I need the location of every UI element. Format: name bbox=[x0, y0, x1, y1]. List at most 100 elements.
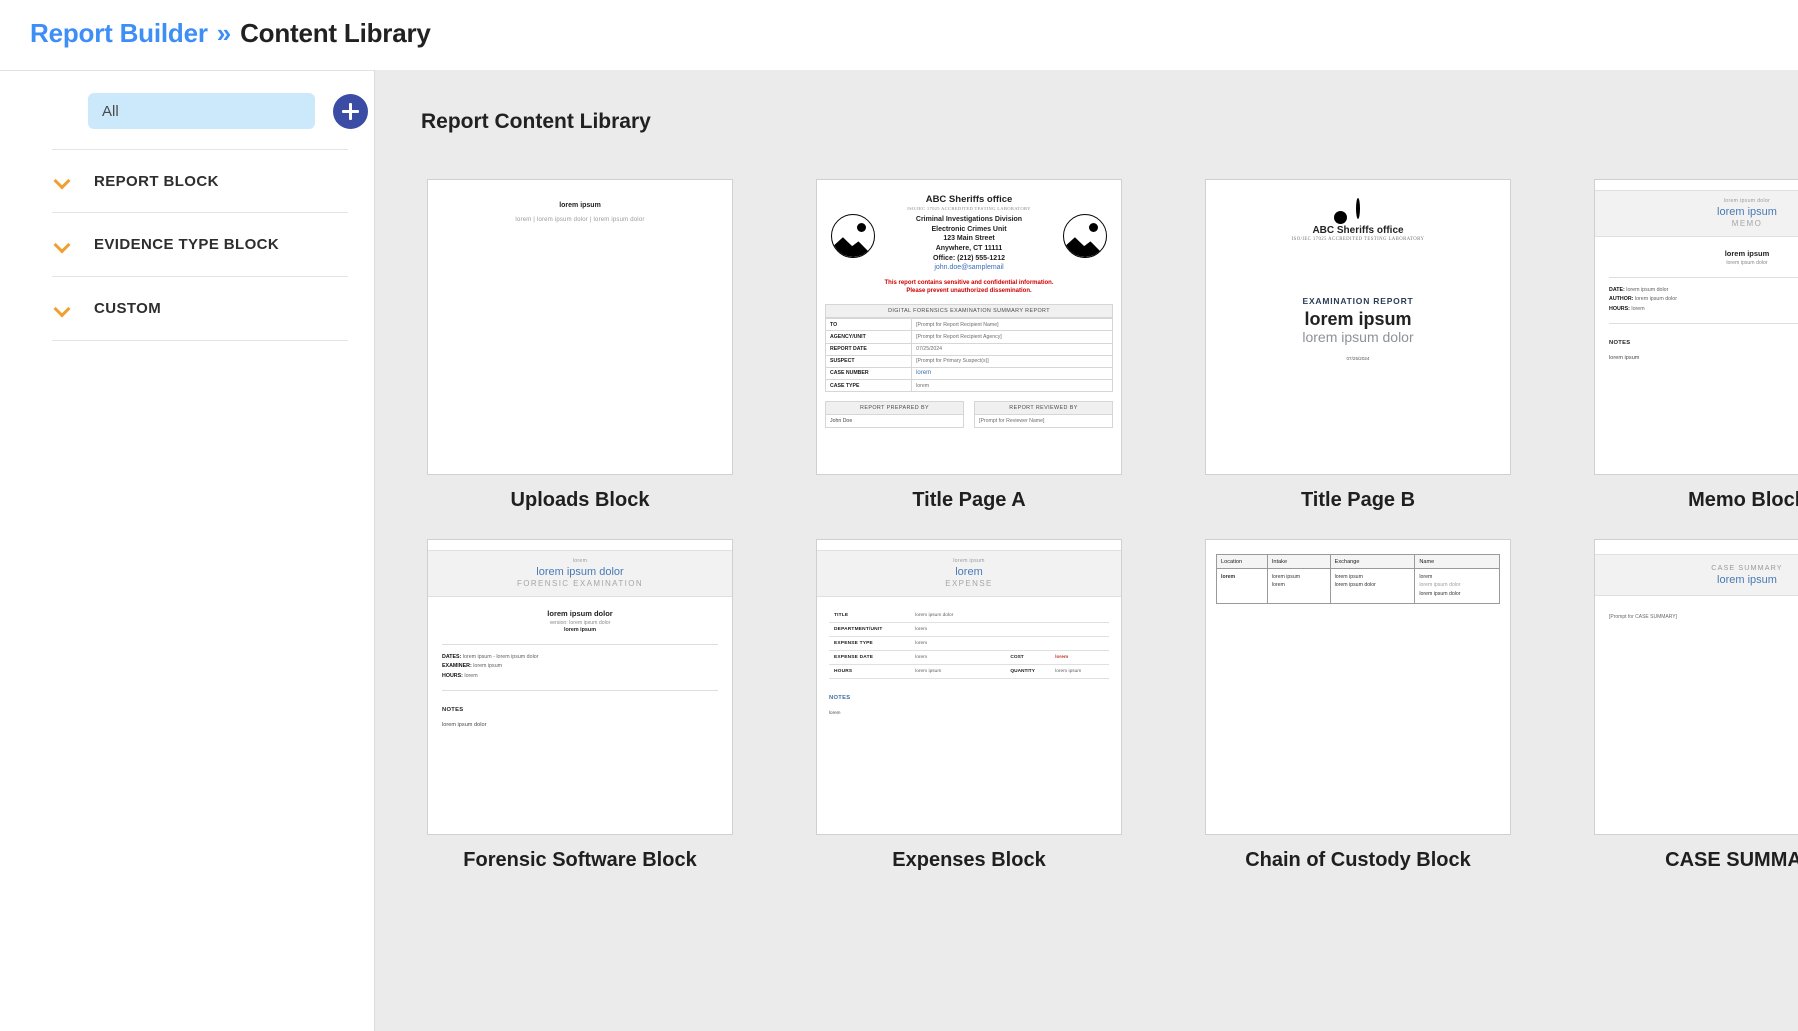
doc-title: lorem ipsum bbox=[559, 202, 601, 209]
doc-body-prompt: [Prompt for CASE SUMMARY] bbox=[1609, 614, 1677, 620]
card-thumbnail[interactable]: lorem lorem ipsum dolor FORENSIC EXAMINA… bbox=[427, 539, 733, 835]
row-key: AGENCY/UNIT bbox=[824, 330, 913, 344]
meta-value: lorem bbox=[1631, 305, 1645, 312]
doc-report-kind: EXAMINATION REPORT bbox=[1302, 296, 1414, 306]
table-row: HOURS lorem ipsum QUANTITY lorem ipsum bbox=[829, 664, 1109, 679]
app-header: Report Builder » Content Library bbox=[0, 0, 1798, 70]
doc-band-kind: EXPENSE bbox=[945, 579, 993, 588]
doc-band-kind: FORENSIC EXAMINATION bbox=[516, 579, 644, 588]
breadcrumb: Report Builder » Content Library bbox=[30, 18, 1798, 49]
cell-text: lorem bbox=[1419, 573, 1433, 580]
card-case-summary[interactable]: CASE SUMMARY lorem ipsum [Prompt for CAS… bbox=[1594, 539, 1798, 872]
row-value: lorem bbox=[910, 622, 1109, 637]
doc-band-pre: lorem ipsum bbox=[953, 558, 985, 564]
page-title: Report Content Library bbox=[421, 110, 651, 133]
doc-org-name: ABC Sheriffs office bbox=[925, 194, 1013, 205]
doc-custody-table: Location Intake Exchange Name lorem lore… bbox=[1216, 554, 1500, 604]
cell-text: lorem bbox=[1271, 582, 1285, 589]
card-title-page-b[interactable]: ABC Sheriffs office ISO/IEC 17025 ACCRED… bbox=[1205, 179, 1511, 512]
doc-expense-table: TITLE lorem ipsum dolor DEPARTMENT/UNIT … bbox=[829, 609, 1109, 679]
column-header: Exchange bbox=[1329, 554, 1416, 569]
cell-name: lorem lorem ipsum dolor lorem ipsum dolo… bbox=[1414, 568, 1500, 604]
meta-value: lorem ipsum dolor bbox=[1634, 296, 1678, 303]
card-label: Chain of Custody Block bbox=[1245, 849, 1471, 871]
cell-text: lorem bbox=[1221, 573, 1236, 580]
doc-prepared-value: John Doe bbox=[825, 415, 964, 429]
breadcrumb-link-report-builder[interactable]: Report Builder bbox=[30, 18, 208, 48]
cell-intake: lorem ipsum lorem bbox=[1266, 568, 1331, 604]
card-uploads-block[interactable]: lorem ipsum lorem | lorem ipsum dolor | … bbox=[427, 179, 733, 512]
doc-title: lorem ipsum dolor bbox=[547, 609, 613, 618]
meta-row: EXAMINER: lorem ipsum bbox=[442, 662, 718, 671]
table-row: CASE TYPE lorem bbox=[824, 379, 1113, 393]
row-key: EXPENSE DATE bbox=[829, 650, 911, 665]
row-key: SUSPECT bbox=[824, 354, 913, 368]
chevron-down-icon bbox=[56, 302, 70, 316]
meta-key: DATE: bbox=[1609, 287, 1625, 293]
card-chain-of-custody-block[interactable]: Location Intake Exchange Name lorem lore… bbox=[1205, 539, 1511, 872]
meta-value: lorem ipsum dolor bbox=[1626, 287, 1669, 293]
chevron-down-icon bbox=[56, 174, 70, 188]
card-thumbnail[interactable]: lorem ipsum lorem EXPENSE TITLE lorem ip… bbox=[816, 539, 1122, 835]
content-area: Report Content Library lorem ipsum lorem… bbox=[374, 70, 1798, 1031]
doc-summary-table: TO [Prompt for Report Recipient Name] AG… bbox=[824, 318, 1113, 393]
doc-address-line: Office: (212) 555-1212 bbox=[933, 254, 1005, 262]
meta-value: lorem bbox=[464, 672, 478, 679]
chevron-down-icon bbox=[56, 238, 70, 252]
table-row: lorem lorem ipsum lorem lorem ipsum lore… bbox=[1216, 568, 1500, 604]
row-key-secondary: COST bbox=[1005, 650, 1051, 665]
table-row: DEPARTMENT/UNIT lorem bbox=[829, 622, 1109, 637]
doc-address-line: Electronic Crimes Unit bbox=[931, 225, 1007, 233]
row-value: [Prompt for Report Recipient Agency] bbox=[911, 330, 1113, 344]
cell-location: lorem bbox=[1216, 568, 1268, 604]
row-key: TO bbox=[824, 318, 913, 332]
card-expenses-block[interactable]: lorem ipsum lorem EXPENSE TITLE lorem ip… bbox=[816, 539, 1122, 872]
doc-band-pre: lorem ipsum dolor bbox=[1723, 198, 1771, 204]
table-row: EXPENSE DATE lorem COST lorem bbox=[829, 650, 1109, 665]
sidebar-item-custom[interactable]: CUSTOM bbox=[52, 277, 348, 341]
row-key: CASE TYPE bbox=[824, 379, 913, 393]
row-value: lorem ipsum bbox=[910, 664, 1006, 679]
add-block-button[interactable] bbox=[333, 93, 368, 129]
category-filter-input[interactable] bbox=[88, 93, 315, 129]
card-thumbnail[interactable]: lorem ipsum dolor lorem ipsum MEMO lorem… bbox=[1594, 179, 1798, 475]
doc-notes-header: NOTES bbox=[829, 695, 851, 701]
meta-key: EXAMINER: bbox=[442, 663, 472, 670]
doc-subtitle: version: lorem ipsum dolor bbox=[549, 620, 611, 626]
doc-reviewed-value: [Prompt for Reviewer Name] bbox=[974, 415, 1113, 429]
sidebar-item-evidence-type-block[interactable]: EVIDENCE TYPE BLOCK bbox=[52, 213, 348, 277]
card-thumbnail[interactable]: Location Intake Exchange Name lorem lore… bbox=[1205, 539, 1511, 835]
card-thumbnail[interactable]: ABC Sheriffs office ISO/IEC 17025 ACCRED… bbox=[816, 179, 1122, 475]
row-value-secondary: lorem bbox=[1050, 650, 1109, 665]
card-memo-block[interactable]: lorem ipsum dolor lorem ipsum MEMO lorem… bbox=[1594, 179, 1798, 512]
doc-prepared-header: REPORT PREPARED BY bbox=[825, 401, 964, 416]
cell-text: lorem ipsum dolor bbox=[1334, 582, 1376, 589]
doc-band-title: lorem ipsum dolor bbox=[536, 566, 624, 578]
row-key: DEPARTMENT/UNIT bbox=[829, 622, 911, 637]
doc-date: 07/25/2024 bbox=[1346, 356, 1370, 361]
table-row: SUSPECT [Prompt for Primary Suspect(s)] bbox=[824, 354, 1113, 368]
card-forensic-software-block[interactable]: lorem lorem ipsum dolor FORENSIC EXAMINA… bbox=[427, 539, 733, 872]
table-row: TITLE lorem ipsum dolor bbox=[829, 609, 1109, 623]
card-label: Expenses Block bbox=[892, 849, 1046, 871]
card-thumbnail[interactable]: ABC Sheriffs office ISO/IEC 17025 ACCRED… bbox=[1205, 179, 1511, 475]
table-row: CASE NUMBER lorem bbox=[824, 366, 1113, 381]
row-key: REPORT DATE bbox=[824, 342, 913, 356]
card-label: Uploads Block bbox=[510, 489, 650, 511]
sidebar-section-list: REPORT BLOCK EVIDENCE TYPE BLOCK CUSTOM bbox=[0, 149, 374, 341]
doc-meta-list: DATE: lorem ipsum dolor AUTHOR: lorem ip… bbox=[1609, 277, 1798, 324]
doc-address-line: Criminal Investigations Division bbox=[915, 216, 1023, 223]
card-label: Title Page A bbox=[912, 489, 1026, 511]
agency-logo-icon bbox=[1063, 214, 1107, 258]
meta-key: HOURS: bbox=[442, 672, 463, 679]
doc-notes-header: NOTES bbox=[442, 706, 464, 713]
card-title-page-a[interactable]: ABC Sheriffs office ISO/IEC 17025 ACCRED… bbox=[816, 179, 1122, 512]
sidebar-item-report-block[interactable]: REPORT BLOCK bbox=[52, 149, 348, 213]
cell-text: lorem ipsum bbox=[1271, 573, 1301, 580]
sidebar-item-label: EVIDENCE TYPE BLOCK bbox=[94, 236, 280, 253]
table-header-row: Location Intake Exchange Name bbox=[1216, 554, 1500, 569]
card-thumbnail[interactable]: lorem ipsum lorem | lorem ipsum dolor | … bbox=[427, 179, 733, 475]
doc-notes-body: lorem ipsum dolor bbox=[442, 721, 487, 728]
row-value: [Prompt for Primary Suspect(s)] bbox=[911, 354, 1113, 368]
card-thumbnail[interactable]: CASE SUMMARY lorem ipsum [Prompt for CAS… bbox=[1594, 539, 1798, 835]
